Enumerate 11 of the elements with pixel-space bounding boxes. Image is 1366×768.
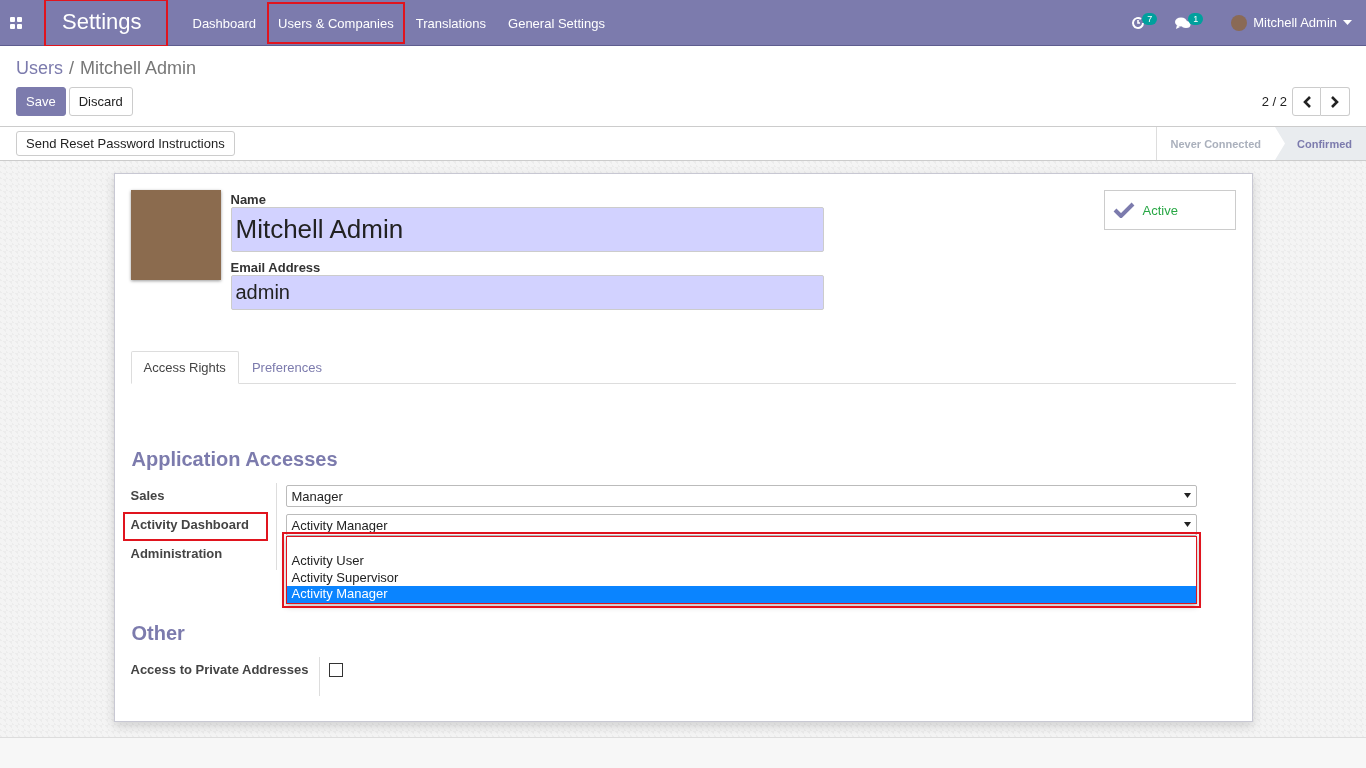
breadcrumb-separator: / [69, 58, 75, 79]
pager-value: 2 / 2 [1261, 94, 1287, 109]
section-title: Other [131, 622, 185, 645]
field-label: Sales [129, 487, 166, 505]
breadcrumb-current: Mitchell Admin [80, 58, 197, 79]
field-label: Email Address [230, 260, 322, 275]
section-title: Application Accesses [131, 448, 338, 471]
field-label: Name [230, 192, 267, 207]
field-label: Access to Private Addresses [129, 661, 310, 679]
field-label: Administration [129, 545, 224, 563]
field-label: Activity Dashboard [122, 512, 268, 541]
